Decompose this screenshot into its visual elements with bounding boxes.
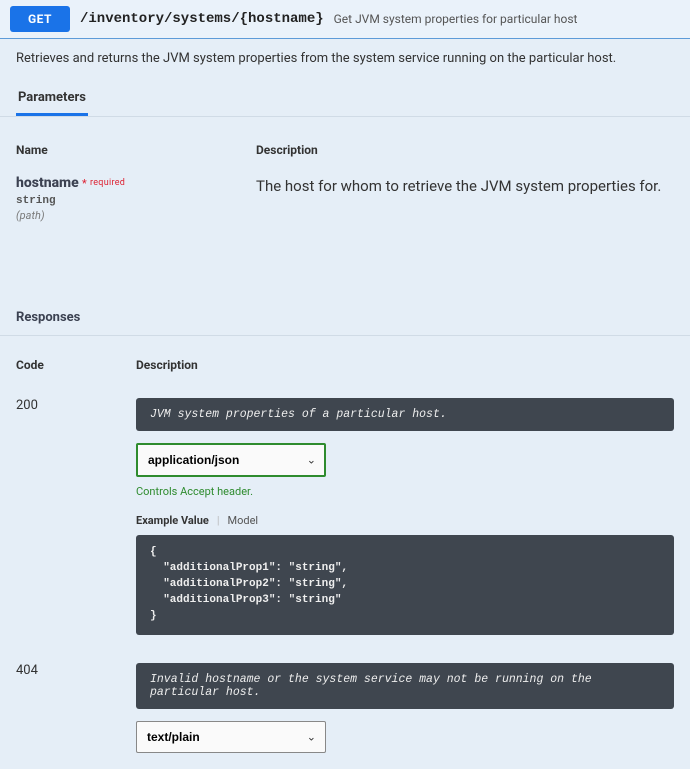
endpoint-summary: Get JVM system properties for particular… xyxy=(334,12,578,26)
http-method-badge: GET xyxy=(10,6,70,32)
column-header-description: Description xyxy=(136,358,674,372)
parameters-table-head: Name Description xyxy=(0,117,690,165)
example-code-block: { "additionalProp1": "string", "addition… xyxy=(136,535,674,635)
media-type-select[interactable]: application/json xyxy=(136,443,326,477)
tab-separator: | xyxy=(217,514,220,527)
response-row: 404 Invalid hostname or the system servi… xyxy=(0,647,690,765)
responses-table-head: Code Description xyxy=(0,336,690,382)
response-row: 200 JVM system properties of a particula… xyxy=(0,382,690,647)
response-description: JVM system properties of a particular ho… xyxy=(136,398,674,431)
operation-header[interactable]: GET /inventory/systems/{hostname} Get JV… xyxy=(0,0,690,39)
media-type-select-wrap: text/plain ⌄ xyxy=(136,721,326,753)
column-header-name: Name xyxy=(16,143,256,157)
media-type-select[interactable]: text/plain xyxy=(136,721,326,753)
endpoint-path: /inventory/systems/{hostname} xyxy=(80,11,324,27)
response-code: 200 xyxy=(16,398,136,635)
column-header-description: Description xyxy=(256,143,674,157)
example-tabs: Example Value | Model xyxy=(136,514,674,527)
required-label: required xyxy=(90,178,125,188)
tab-model[interactable]: Model xyxy=(228,514,259,527)
parameter-description: The host for whom to retrieve the JVM sy… xyxy=(256,175,674,195)
responses-section-header: Responses xyxy=(0,300,690,336)
parameter-type: string xyxy=(16,195,256,207)
section-tabs: Parameters xyxy=(0,80,690,117)
parameter-location: (path) xyxy=(16,209,256,222)
response-description: Invalid hostname or the system service m… xyxy=(136,663,674,709)
tab-example-value[interactable]: Example Value xyxy=(136,514,209,527)
media-type-select-wrap: application/json ⌄ xyxy=(136,443,326,477)
accept-header-note: Controls Accept header. xyxy=(136,485,674,498)
response-code: 404 xyxy=(16,663,136,753)
parameter-name: hostname xyxy=(16,175,79,191)
parameter-row: hostname * required string (path) The ho… xyxy=(0,165,690,282)
required-star: * xyxy=(82,177,87,190)
operation-description: Retrieves and returns the JVM system pro… xyxy=(0,39,690,80)
column-header-code: Code xyxy=(16,358,136,372)
tab-parameters[interactable]: Parameters xyxy=(16,80,88,116)
